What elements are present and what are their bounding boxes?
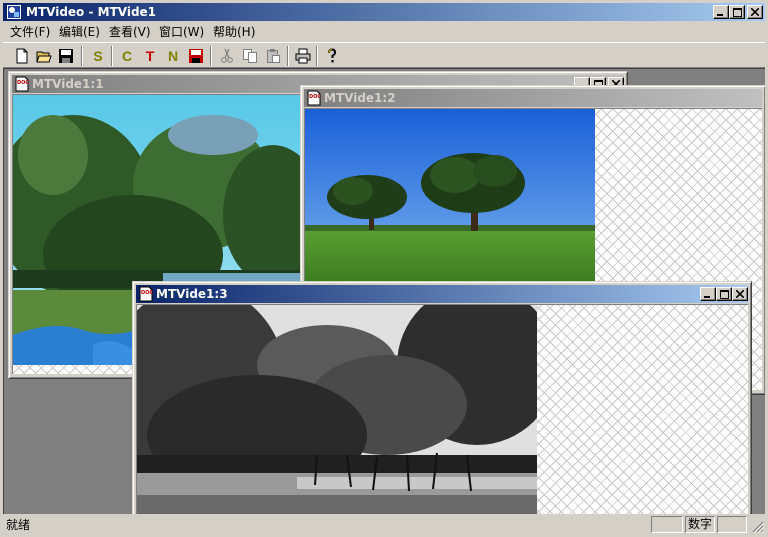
grayscale-mangrove-frame [137, 305, 537, 514]
c-button[interactable]: C [116, 46, 138, 66]
toolbar-separator [210, 46, 212, 66]
status-pane-scroll [717, 516, 747, 533]
save-red-button[interactable] [185, 46, 207, 66]
new-document-icon [16, 48, 28, 64]
print-icon [295, 48, 311, 64]
child-title-2: MTVide1:2 [324, 91, 396, 105]
maximize-icon [732, 7, 742, 17]
menu-bar: 文件(F) 编辑(E) 查看(V) 窗口(W) 帮助(H) [3, 21, 765, 41]
paste-icon [267, 49, 280, 63]
child-title-bar-2[interactable]: DOC MTVide1:2 [304, 89, 762, 107]
s-button[interactable]: S [87, 46, 109, 66]
child-title-bar-3[interactable]: DOC MTVide1:3 [136, 285, 748, 303]
toolbar: S C T N [3, 42, 765, 68]
minimize-icon [704, 296, 710, 298]
color-meadow-trees-frame [305, 109, 595, 285]
menu-help[interactable]: 帮助(H) [213, 24, 255, 40]
copy-button[interactable] [239, 46, 261, 66]
open-folder-icon [36, 51, 52, 63]
minimize-button[interactable] [713, 5, 729, 19]
toolbar-separator [316, 46, 318, 66]
t-button[interactable]: T [139, 46, 161, 66]
save-button[interactable] [55, 46, 77, 66]
cut-scissors-icon [221, 48, 233, 63]
document-icon: DOC [15, 76, 29, 92]
toolbar-separator [287, 46, 289, 66]
open-folder-button[interactable] [33, 46, 55, 66]
app-title: MTVideo - MTVide1 [26, 5, 157, 19]
mdi-client-area: DOC MTVide1:1 DOC MTVide1:2 DOC MTVide1:… [3, 68, 765, 514]
help-question-icon [328, 48, 337, 63]
child-title-3: MTVide1:3 [156, 287, 228, 301]
cut-button[interactable] [216, 46, 238, 66]
new-document-button[interactable] [11, 46, 33, 66]
save-red-disk-icon [189, 49, 203, 63]
paste-button[interactable] [262, 46, 284, 66]
app-window: MTVideo - MTVide1 文件(F) 编辑(E) 查看(V) 窗口(W… [0, 0, 768, 537]
help-button[interactable] [321, 46, 343, 66]
svg-text:DOC: DOC [17, 80, 29, 86]
document-icon: DOC [139, 286, 153, 302]
child-3-close-button[interactable] [732, 287, 748, 301]
print-button[interactable] [292, 46, 314, 66]
close-icon [751, 8, 759, 16]
child-3-maximize-button[interactable] [716, 287, 732, 301]
save-disk-icon [59, 49, 73, 63]
toolbar-separator [111, 46, 113, 66]
status-pane-num: 数字 [685, 516, 715, 533]
copy-icon [243, 49, 257, 63]
child-title-1: MTVide1:1 [32, 77, 104, 91]
close-icon [736, 290, 744, 298]
child-content-3 [136, 304, 748, 514]
maximize-button[interactable] [729, 5, 745, 19]
document-icon: DOC [307, 90, 321, 106]
minimize-icon [717, 14, 723, 16]
svg-text:DOC: DOC [309, 94, 321, 100]
app-title-bar[interactable]: MTVideo - MTVide1 [3, 3, 765, 21]
menu-view[interactable]: 查看(V) [109, 24, 151, 40]
resize-grip-icon[interactable] [752, 521, 764, 533]
svg-text:DOC: DOC [141, 290, 153, 296]
n-button[interactable]: N [162, 46, 184, 66]
maximize-icon [719, 289, 729, 299]
toolbar-separator [81, 46, 83, 66]
menu-window[interactable]: 窗口(W) [159, 24, 204, 40]
child-3-minimize-button[interactable] [700, 287, 716, 301]
menu-edit[interactable]: 编辑(E) [59, 24, 100, 40]
status-pane-caps [651, 516, 683, 533]
menu-file[interactable]: 文件(F) [10, 24, 50, 40]
status-bar: 就绪 数字 [3, 514, 765, 534]
status-text: 就绪 [6, 518, 31, 532]
mtvideo-app-icon[interactable] [6, 4, 22, 20]
close-button[interactable] [747, 5, 763, 19]
child-window-3[interactable]: DOC MTVide1:3 [132, 281, 752, 514]
